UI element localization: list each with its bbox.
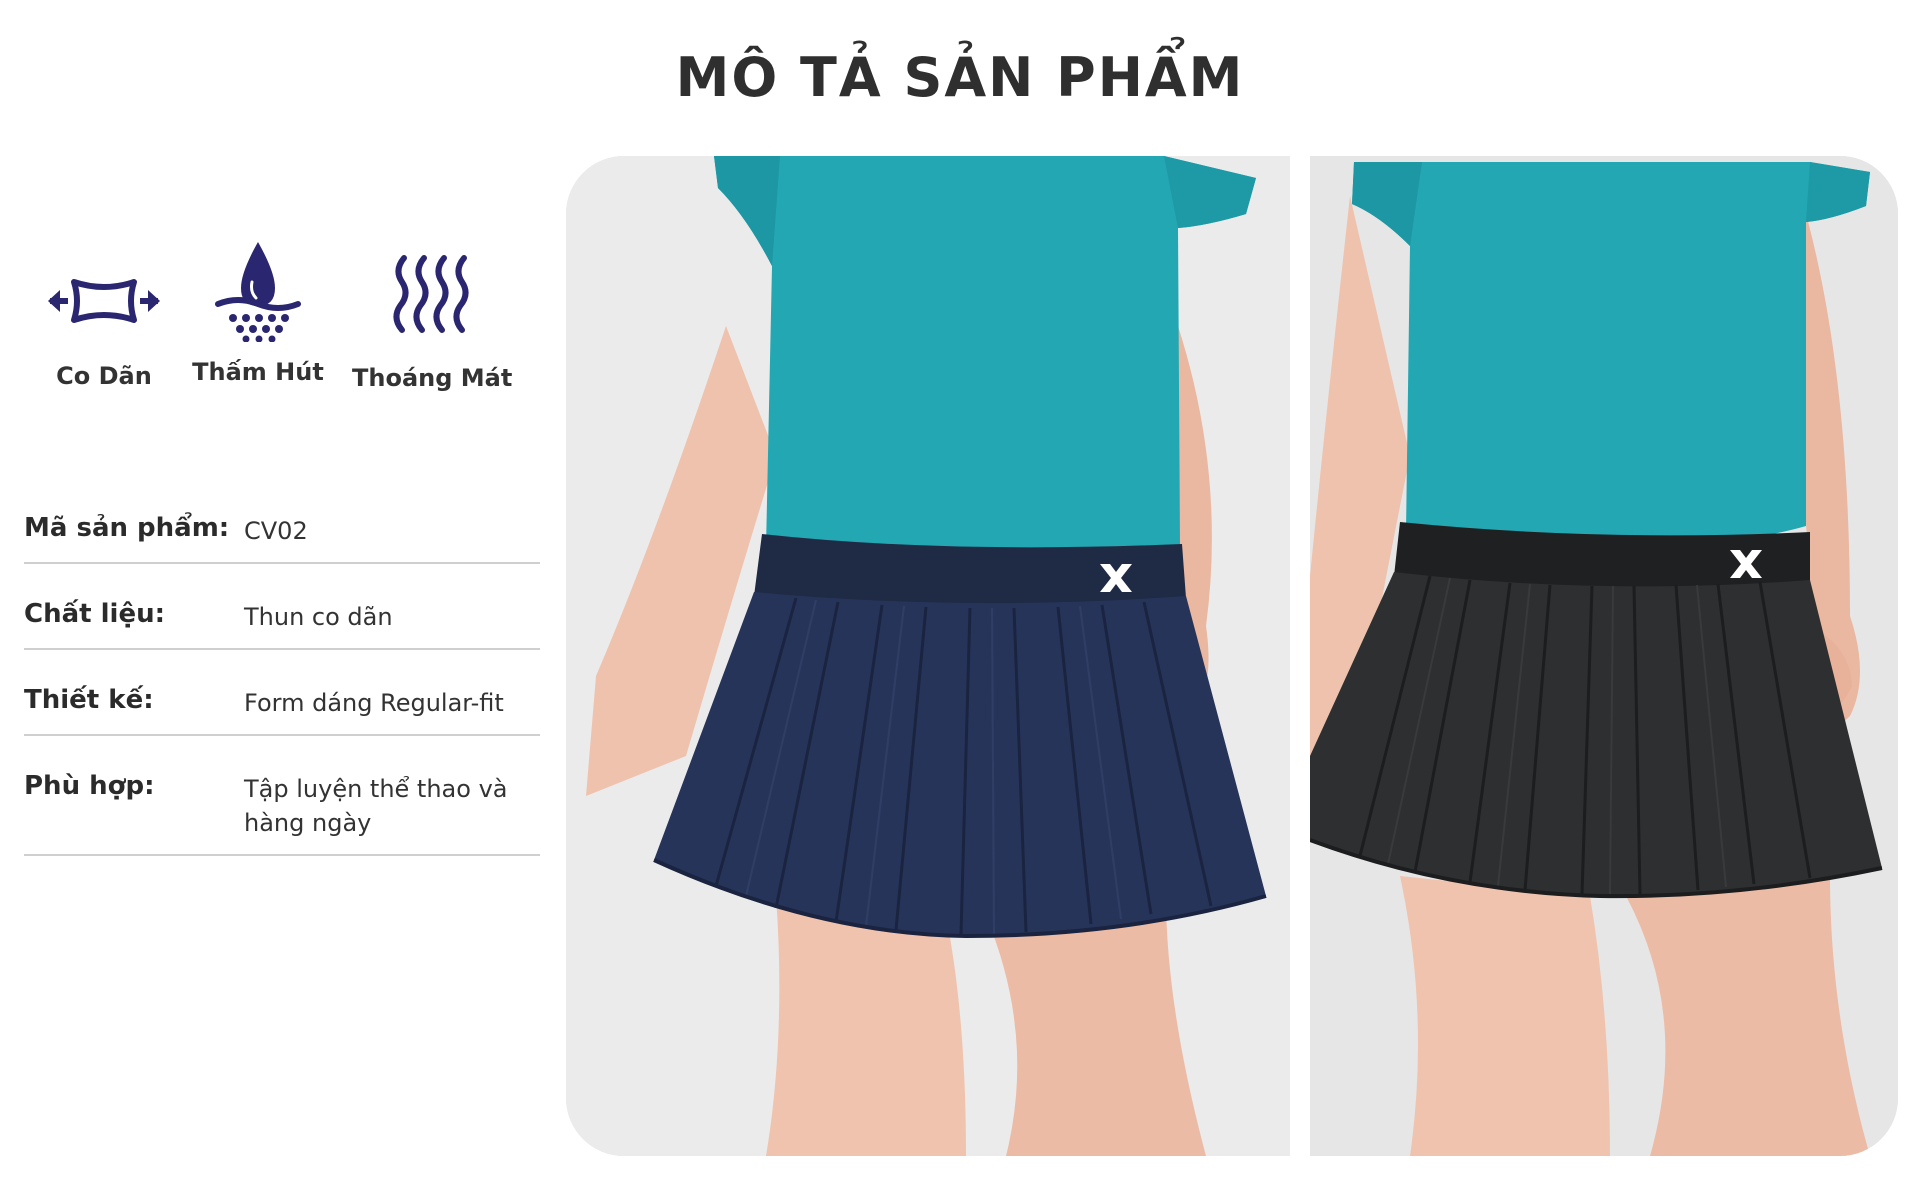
spec-key: Phù hợp: [24,771,155,801]
feature-label: Thấm Hút [192,358,324,386]
feature-stretch: Co Dãn [24,268,184,390]
spec-value: CV02 [244,517,308,545]
breathable-waves-icon [393,255,469,333]
stretch-icon [48,279,160,323]
spec-value: Form dáng Regular-fit [244,689,504,717]
spec-key: Thiết kế: [24,685,154,715]
feature-breathable: Thoáng Mát [352,252,512,392]
spec-row-design: Thiết kế: Form dáng Regular-fit [24,672,540,736]
feature-label: Co Dãn [56,362,152,390]
page-title: MÔ TẢ SẢN PHẨM [675,46,1245,109]
feature-absorb: Thấm Hút [178,238,338,386]
spec-row-suitable: Phù hợp: Tập luyện thể thao và hàng ngày [24,758,540,856]
spec-value: Thun co dãn [244,603,393,631]
spec-key: Chất liệu: [24,599,165,629]
navy-skirt-illustration [566,156,1290,1156]
spec-row-material: Chất liệu: Thun co dãn [24,586,540,650]
spec-value: Tập luyện thể thao và hàng ngày [244,775,508,837]
spec-key: Mã sản phẩm: [24,513,230,543]
feature-list: Co Dãn Thấm Hút Thoáng Mát [30,242,530,428]
product-photo-panel [566,156,1898,1156]
feature-label: Thoáng Mát [352,364,513,392]
black-pleated-skirt-photo [1310,156,1898,1156]
absorb-drop-icon [215,242,301,342]
black-skirt-illustration [1310,156,1898,1156]
spec-row-product-code: Mã sản phẩm: CV02 [24,500,540,564]
navy-pleated-skirt-photo [566,156,1290,1156]
photo-divider [1290,156,1310,1156]
spec-table: Mã sản phẩm: CV02 Chất liệu: Thun co dãn… [24,500,540,856]
